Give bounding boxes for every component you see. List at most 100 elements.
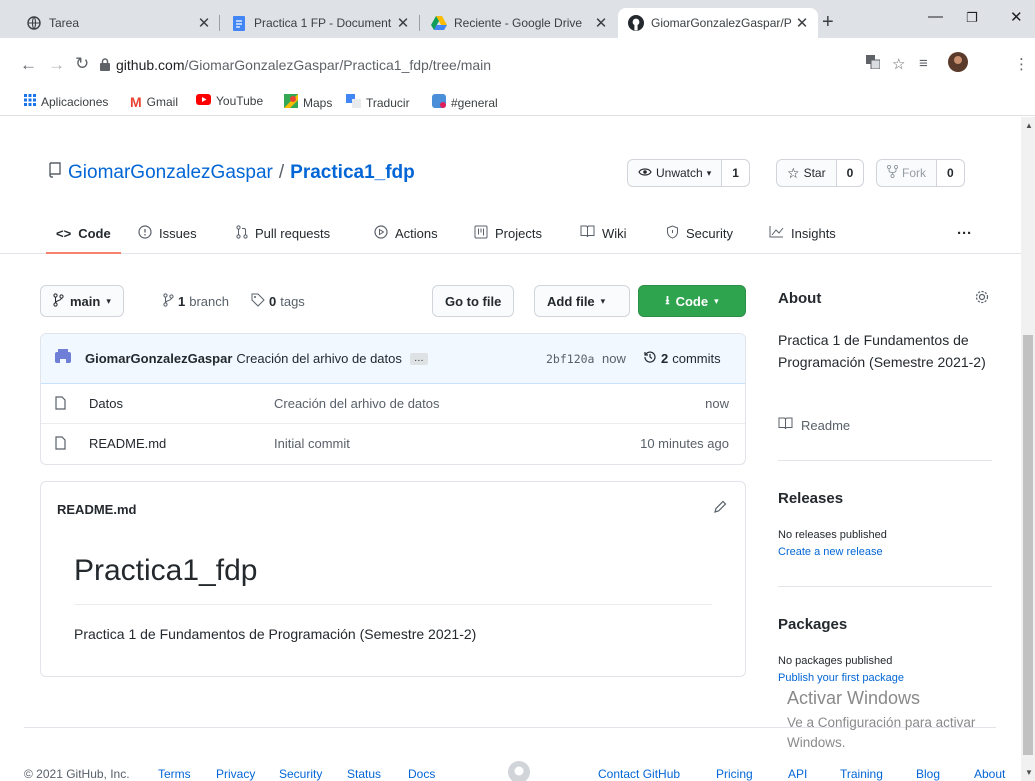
tab-insights[interactable]: Insights <box>769 212 836 254</box>
browser-tab-drive[interactable]: Reciente - Google Drive ✕ <box>421 8 617 38</box>
file-name-link[interactable]: Datos <box>89 396 123 411</box>
add-file-label: Add file <box>547 293 595 309</box>
tab-pull-requests[interactable]: Pull requests <box>236 212 330 254</box>
graph-icon <box>769 225 784 241</box>
unwatch-button[interactable]: Unwatch ▾ <box>628 160 721 186</box>
watch-count[interactable]: 1 <box>721 160 749 186</box>
address-bar[interactable]: github.com/GiomarGonzalezGaspar/Practica… <box>116 57 491 73</box>
project-board-icon <box>474 225 488 242</box>
footer-link-privacy[interactable]: Privacy <box>216 767 255 781</box>
restore-icon[interactable]: ❐ <box>966 10 978 26</box>
footer-link-about[interactable]: About <box>974 767 1005 781</box>
fork-count[interactable]: 0 <box>936 160 964 186</box>
branches-link[interactable]: 1 branch <box>163 293 229 310</box>
tags-link[interactable]: 0 tags <box>251 293 305 310</box>
bookmark-star-icon[interactable]: ☆ <box>892 55 905 73</box>
close-icon[interactable]: ✕ <box>196 14 212 32</box>
minimize-icon[interactable]: — <box>928 8 943 25</box>
close-icon[interactable]: ✕ <box>395 14 411 32</box>
file-name-link[interactable]: README.md <box>89 436 166 451</box>
tab-projects[interactable]: Projects <box>474 212 542 254</box>
window-close-icon[interactable]: ✕ <box>1010 8 1023 26</box>
browser-tab-github[interactable]: GiomarGonzalezGaspar/P ✕ <box>618 8 818 38</box>
nav-more-button[interactable]: ··· <box>957 212 972 254</box>
footer-link-contact[interactable]: Contact GitHub <box>598 767 680 781</box>
scrollbar-thumb[interactable] <box>1023 335 1033 755</box>
go-to-file-button[interactable]: Go to file <box>432 285 515 317</box>
table-row[interactable]: README.md Initial commit 10 minutes ago <box>41 424 745 464</box>
lock-icon[interactable] <box>100 58 110 74</box>
publish-package-link[interactable]: Publish your first package <box>778 672 992 684</box>
book-icon <box>778 417 793 433</box>
footer-link-terms[interactable]: Terms <box>158 767 191 781</box>
star-button-group: ☆ Star 0 <box>776 159 865 187</box>
tab-actions[interactable]: Actions <box>374 212 438 254</box>
code-download-button[interactable]: ⭳ Code ▾ <box>638 285 746 317</box>
releases-heading[interactable]: Releases <box>778 490 992 507</box>
repo-owner-link[interactable]: GiomarGonzalezGaspar <box>68 162 273 184</box>
bookmark-youtube[interactable]: YouTube <box>196 94 263 108</box>
file-commit-link[interactable]: Creación del arhivo de datos <box>274 396 440 411</box>
create-release-link[interactable]: Create a new release <box>778 546 992 558</box>
avatar[interactable] <box>948 52 968 76</box>
new-tab-button[interactable]: + <box>822 12 834 32</box>
bookmark-label: Maps <box>303 95 333 110</box>
github-logo-icon[interactable] <box>508 761 530 781</box>
globe-icon <box>26 15 42 31</box>
bookmark-maps[interactable]: Maps <box>284 94 332 111</box>
scroll-up-arrow-icon[interactable]: ▲ <box>1025 121 1033 130</box>
avatar[interactable] <box>53 347 73 370</box>
file-commit-link[interactable]: Initial commit <box>274 436 350 451</box>
tab-wiki[interactable]: Wiki <box>580 212 627 254</box>
bookmark-gmail[interactable]: M Gmail <box>130 94 178 110</box>
tab-security[interactable]: Security <box>666 212 733 254</box>
footer-link-docs[interactable]: Docs <box>408 767 435 781</box>
commits-link[interactable]: 2 commits <box>643 350 721 367</box>
footer-link-security[interactable]: Security <box>279 767 322 781</box>
fork-button[interactable]: Fork <box>877 160 936 186</box>
footer-link-training[interactable]: Training <box>840 767 883 781</box>
tab-issues[interactable]: Issues <box>138 212 197 254</box>
reading-list-icon[interactable]: ≡ <box>919 55 928 72</box>
tab-label: Issues <box>159 225 197 241</box>
repo-icon <box>48 162 62 184</box>
translate-icon[interactable] <box>866 55 881 73</box>
repo-name-link[interactable]: Practica1_fdp <box>290 162 415 184</box>
tab-code[interactable]: <> Code <box>46 212 121 254</box>
bookmark-traducir[interactable]: Traducir <box>346 94 410 111</box>
back-icon[interactable]: ← <box>20 55 37 75</box>
chevron-down-icon: ▾ <box>600 295 606 306</box>
menu-kebab-icon[interactable]: ⋮ <box>1014 55 1029 73</box>
close-icon[interactable]: ✕ <box>794 14 810 32</box>
browser-tab-docs[interactable]: Practica 1 FP - Document ✕ <box>221 8 419 38</box>
bookmark-general[interactable]: #general <box>432 94 498 111</box>
commit-message-link[interactable]: Creación del arhivo de datos <box>236 351 402 366</box>
reload-icon[interactable]: ↻ <box>75 54 89 74</box>
close-icon[interactable]: ✕ <box>593 14 609 32</box>
commit-sha-link[interactable]: 2bf120a <box>546 352 594 366</box>
star-count[interactable]: 0 <box>835 160 864 186</box>
eye-icon <box>638 166 652 180</box>
star-button[interactable]: ☆ Star <box>777 160 836 186</box>
bookmark-aplicaciones[interactable]: Aplicaciones <box>24 94 108 109</box>
github-page: GiomarGonzalezGaspar / Practica1_fdp Unw… <box>0 117 1021 781</box>
table-row[interactable]: Datos Creación del arhivo de datos now <box>41 384 745 424</box>
readme-link[interactable]: Readme <box>778 417 992 433</box>
footer-link-status[interactable]: Status <box>347 767 381 781</box>
activation-watermark-line2: Windows. <box>787 735 846 750</box>
branch-select-button[interactable]: main ▾ <box>40 285 124 317</box>
footer-link-blog[interactable]: Blog <box>916 767 940 781</box>
add-file-button[interactable]: Add file ▾ <box>534 285 630 317</box>
packages-heading[interactable]: Packages <box>778 616 992 633</box>
download-icon: ⭳ <box>665 292 670 307</box>
scroll-down-arrow-icon[interactable]: ▼ <box>1025 768 1033 777</box>
commit-expand-button[interactable]: … <box>409 352 428 365</box>
forward-icon[interactable]: → <box>48 55 65 75</box>
bookmark-label: Aplicaciones <box>41 94 109 109</box>
footer-link-pricing[interactable]: Pricing <box>716 767 753 781</box>
pencil-icon[interactable] <box>713 500 727 517</box>
browser-tab-tarea[interactable]: Tarea ✕ <box>16 8 220 38</box>
footer-link-api[interactable]: API <box>788 767 807 781</box>
commit-author-link[interactable]: GiomarGonzalezGaspar <box>85 351 232 366</box>
gear-icon[interactable] <box>974 289 990 308</box>
